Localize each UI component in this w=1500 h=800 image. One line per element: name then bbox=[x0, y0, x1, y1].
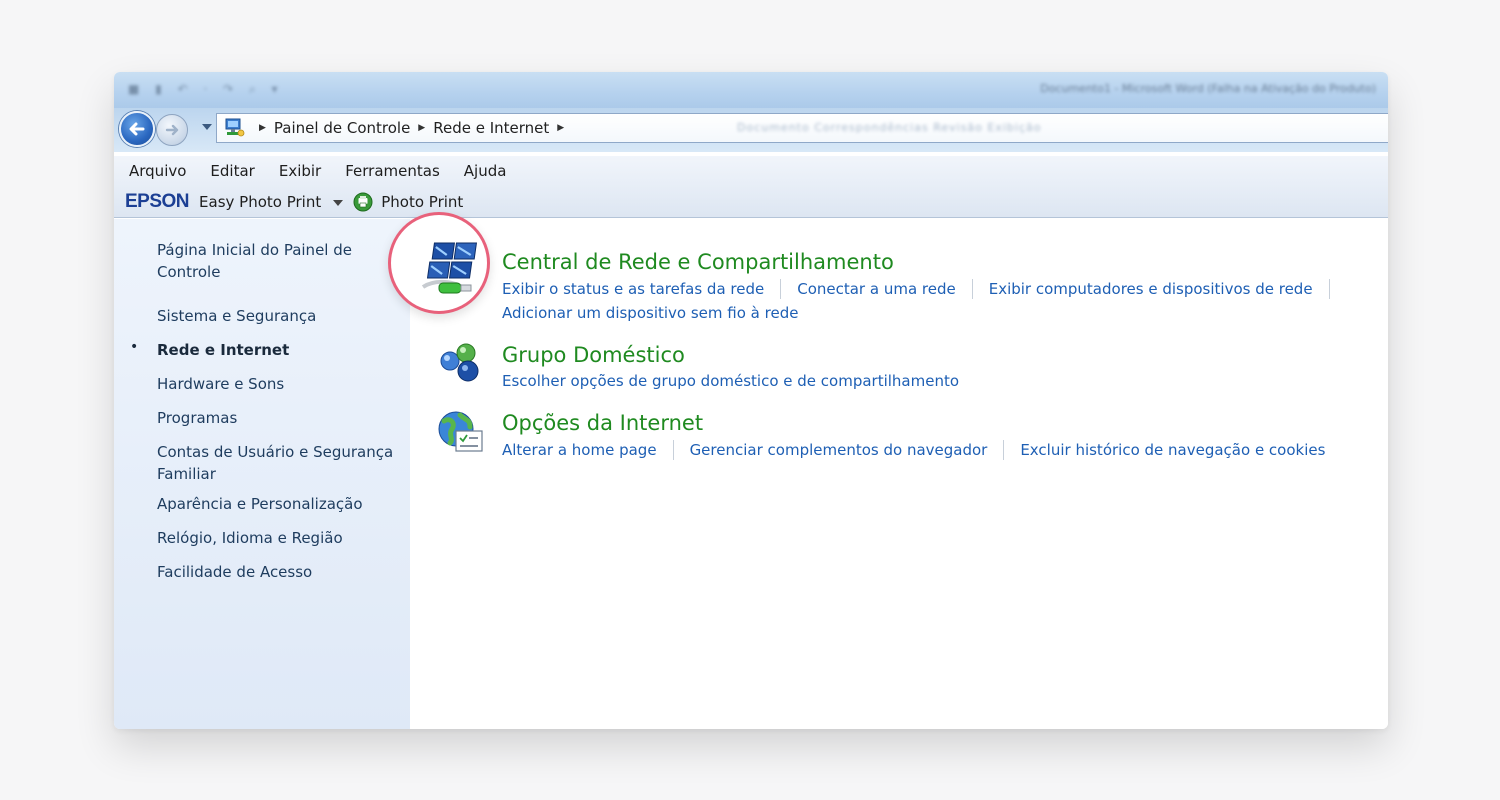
link-view-network-status[interactable]: Exibir o status e as tarefas da rede bbox=[502, 280, 764, 298]
link-connect-to-network[interactable]: Conectar a uma rede bbox=[797, 280, 956, 298]
menu-arquivo[interactable]: Arquivo bbox=[129, 162, 186, 180]
internet-options-icon[interactable] bbox=[436, 409, 486, 455]
photo-print-button[interactable]: Photo Print bbox=[381, 193, 463, 211]
back-button[interactable] bbox=[119, 111, 155, 147]
link-homegroup-options[interactable]: Escolher opções de grupo doméstico e de … bbox=[502, 372, 959, 390]
breadcrumb-rede-e-internet[interactable]: Rede e Internet bbox=[433, 119, 549, 137]
sidebar-item-appearance[interactable]: Aparência e Personalização bbox=[157, 493, 407, 515]
navigation-bar: ▶ Painel de Controle ▶ Rede e Internet ▶… bbox=[114, 108, 1388, 152]
network-sharing-links: Exibir o status e as tarefas da rede Con… bbox=[502, 279, 1346, 299]
menu-ferramentas[interactable]: Ferramentas bbox=[345, 162, 440, 180]
menu-exibir[interactable]: Exibir bbox=[279, 162, 321, 180]
link-separator bbox=[780, 279, 782, 299]
background-ribbon-text: Documento Correspondências Revisão Exibi… bbox=[737, 121, 1042, 134]
arrow-left-icon bbox=[129, 122, 145, 136]
network-sharing-links-row2: Adicionar um dispositivo sem fio à rede bbox=[502, 304, 798, 322]
link-view-network-computers[interactable]: Exibir computadores e dispositivos de re… bbox=[989, 280, 1313, 298]
breadcrumb-separator[interactable]: ▶ bbox=[557, 123, 564, 133]
sidebar-item-system-security[interactable]: Sistema e Segurança bbox=[157, 305, 407, 327]
sidebar-item-clock-language[interactable]: Relógio, Idioma e Região bbox=[157, 527, 407, 549]
active-bullet: • bbox=[130, 339, 139, 355]
sidebar-item-hardware-sound[interactable]: Hardware e Sons bbox=[157, 373, 407, 395]
sidebar: Página Inicial do Painel de Controle Sis… bbox=[114, 219, 410, 729]
menu-editar[interactable]: Editar bbox=[210, 162, 254, 180]
link-separator bbox=[1003, 440, 1005, 460]
homegroup-links: Escolher opções de grupo doméstico e de … bbox=[502, 372, 959, 390]
link-add-wireless-device[interactable]: Adicionar um dispositivo sem fio à rede bbox=[502, 304, 798, 322]
control-panel-icon bbox=[225, 118, 245, 137]
control-panel-window: ■ ▮ ↶ · ↷ ⌕ ▾ Documento1 - Microsoft Wor… bbox=[114, 72, 1388, 729]
link-delete-history[interactable]: Excluir histórico de navegação e cookies bbox=[1020, 441, 1325, 459]
quick-access-toolbar: ■ ▮ ↶ · ↷ ⌕ ▾ bbox=[128, 82, 284, 96]
category-title-homegroup[interactable]: Grupo Doméstico bbox=[502, 343, 685, 367]
sidebar-item-network-internet[interactable]: Rede e Internet bbox=[157, 339, 407, 361]
link-manage-addons[interactable]: Gerenciar complementos do navegador bbox=[690, 441, 988, 459]
title-bar: ■ ▮ ↶ · ↷ ⌕ ▾ Documento1 - Microsoft Wor… bbox=[114, 72, 1388, 112]
breadcrumb-painel-de-controle[interactable]: Painel de Controle bbox=[274, 119, 410, 137]
link-change-home-page[interactable]: Alterar a home page bbox=[502, 441, 657, 459]
photo-print-icon[interactable] bbox=[353, 192, 373, 212]
epson-logo: EPSON bbox=[125, 191, 190, 212]
sidebar-item-programs[interactable]: Programas bbox=[157, 407, 407, 429]
category-title-network-sharing[interactable]: Central de Rede e Compartilhamento bbox=[502, 250, 894, 274]
homegroup-icon[interactable] bbox=[436, 341, 484, 385]
breadcrumb-separator[interactable]: ▶ bbox=[259, 123, 266, 133]
internet-options-links: Alterar a home page Gerenciar complement… bbox=[502, 440, 1325, 460]
arrow-right-icon bbox=[165, 124, 179, 136]
epson-toolbar: EPSON Easy Photo Print Photo Print bbox=[125, 191, 463, 213]
link-separator bbox=[1328, 279, 1330, 299]
chevron-down-icon[interactable] bbox=[333, 200, 344, 206]
breadcrumb-separator[interactable]: ▶ bbox=[418, 123, 425, 133]
sidebar-item-ease-of-access[interactable]: Facilidade de Acesso bbox=[157, 561, 407, 583]
menu-items: Arquivo Editar Exibir Ferramentas Ajuda bbox=[129, 162, 506, 180]
sidebar-item-home[interactable]: Página Inicial do Painel de Controle bbox=[157, 239, 407, 283]
category-title-internet-options[interactable]: Opções da Internet bbox=[502, 411, 703, 435]
window-title: Documento1 - Microsoft Word (Falha na At… bbox=[1040, 82, 1376, 95]
link-separator bbox=[971, 279, 973, 299]
menu-bar: Arquivo Editar Exibir Ferramentas Ajuda … bbox=[114, 156, 1388, 218]
sidebar-item-user-accounts[interactable]: Contas de Usuário e Segurança Familiar bbox=[157, 441, 407, 485]
easy-photo-print-button[interactable]: Easy Photo Print bbox=[199, 193, 321, 211]
network-sharing-center-icon[interactable] bbox=[415, 239, 485, 303]
menu-ajuda[interactable]: Ajuda bbox=[464, 162, 507, 180]
forward-button[interactable] bbox=[156, 114, 188, 146]
recent-pages-dropdown[interactable] bbox=[202, 124, 212, 130]
main-content: Central de Rede e Compartilhamento Exibi… bbox=[388, 212, 1388, 729]
address-bar[interactable]: ▶ Painel de Controle ▶ Rede e Internet ▶… bbox=[216, 113, 1388, 143]
link-separator bbox=[672, 440, 674, 460]
